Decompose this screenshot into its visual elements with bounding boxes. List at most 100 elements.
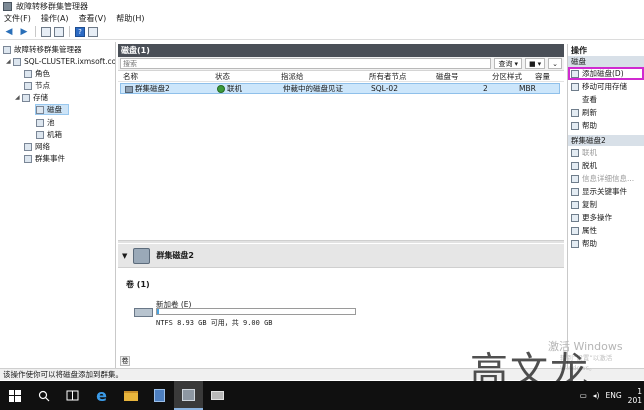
- taskbar: e ▭ ◂) ENG 1 201: [0, 381, 644, 410]
- tree-item-disks[interactable]: 磁盘: [35, 104, 69, 115]
- actions-section-disk2[interactable]: 群集磁盘2: [568, 135, 644, 146]
- tree-item-enclosures[interactable]: 机箱: [36, 129, 62, 140]
- clock[interactable]: 1 201: [628, 387, 642, 405]
- chevron-down-icon[interactable]: ▼: [122, 252, 127, 260]
- tree-item-label: 存储: [33, 93, 48, 102]
- cluster-icon: [13, 57, 21, 66]
- start-button[interactable]: [0, 381, 29, 410]
- language-indicator[interactable]: ENG: [606, 391, 622, 400]
- storage-icon: [22, 93, 30, 102]
- status-cell: 联机: [217, 83, 242, 94]
- search-button[interactable]: [29, 381, 58, 410]
- volume-info: NTFS 8.93 GB 可用，共 9.00 GB: [156, 319, 273, 327]
- task-view-button[interactable]: [58, 381, 87, 410]
- show-action-pane-icon[interactable]: [88, 26, 98, 37]
- server-manager-button[interactable]: [145, 381, 174, 410]
- tree-item-label: 故障转移群集管理器: [14, 45, 82, 54]
- network-icon: [24, 142, 32, 151]
- disk-tool-taskbar-button[interactable]: [203, 381, 232, 410]
- network-tray-icon[interactable]: ▭: [580, 391, 587, 400]
- column-header[interactable]: 名称: [123, 71, 138, 82]
- cluster-manager-icon: [3, 1, 12, 11]
- column-header[interactable]: 容量: [535, 71, 550, 82]
- internet-explorer-button[interactable]: e: [87, 381, 116, 410]
- view-action[interactable]: 查看: [568, 93, 644, 106]
- chevron-down-icon[interactable]: ◢: [15, 94, 21, 101]
- replication-action[interactable]: 复制: [568, 198, 644, 211]
- navigation-tree: 故障转移群集管理器 ◢ SQL-CLUSTER.ixmsoft.com 角色 节…: [0, 42, 116, 368]
- volume-section-header: 卷 (1): [126, 280, 150, 289]
- task-view-icon: [66, 390, 79, 401]
- take-offline-action[interactable]: 脱机: [568, 159, 644, 172]
- pool-icon: [36, 118, 44, 127]
- column-header[interactable]: 指派给: [281, 71, 304, 82]
- actions-section-disks[interactable]: 磁盘: [568, 56, 644, 67]
- tree-item-label: 节点: [35, 81, 50, 90]
- menu-bar: 文件(F) 操作(A) 查看(V) 帮助(H): [0, 12, 644, 24]
- pane-splitter[interactable]: [118, 240, 564, 243]
- tree-item-pools[interactable]: 池: [36, 117, 55, 128]
- tree-item-events[interactable]: 群集事件: [24, 153, 65, 164]
- server-manager-icon: [154, 389, 165, 402]
- table-header: 名称 状态 指派给 所有者节点 磁盘号 分区样式 容量: [118, 71, 564, 82]
- chevron-down-icon: ▾: [514, 59, 518, 68]
- move-storage-action[interactable]: 移动可用存储: [568, 80, 644, 93]
- query-button[interactable]: 查询 ▾: [494, 58, 522, 69]
- detail-title: 群集磁盘2: [156, 251, 194, 260]
- folder-up-icon[interactable]: [41, 26, 51, 37]
- refresh-action[interactable]: 刷新: [568, 106, 644, 119]
- column-header[interactable]: 磁盘号: [436, 71, 459, 82]
- information-details-action[interactable]: 信息详细信息...: [568, 172, 644, 185]
- online-icon: [571, 148, 579, 157]
- tree-item-root[interactable]: 故障转移群集管理器: [3, 44, 82, 55]
- folder-icon: [123, 390, 138, 401]
- forward-arrow-icon[interactable]: ▶: [18, 26, 30, 38]
- partition-cell: MBR: [519, 84, 536, 93]
- menu-file[interactable]: 文件(F): [4, 13, 31, 24]
- search-input[interactable]: [120, 58, 492, 69]
- disk-name-cell: 群集磁盘2: [125, 83, 170, 94]
- help-action[interactable]: 帮助: [568, 119, 644, 132]
- more-actions-action[interactable]: 更多操作: [568, 211, 644, 224]
- expand-button[interactable]: ⌄: [548, 58, 562, 69]
- add-disk-action[interactable]: 添加磁盘(D): [568, 67, 644, 80]
- volume-tray-icon[interactable]: ◂): [593, 391, 600, 400]
- save-query-button[interactable]: ■ ▾: [524, 58, 546, 69]
- cluster-manager-icon: [3, 45, 11, 54]
- center-pane: 磁盘(1) 查询 ▾ ■ ▾ ⌄ 名称 状态 指派给 所有者节点 磁盘号 分区样…: [118, 44, 564, 368]
- help-icon[interactable]: ?: [75, 26, 85, 37]
- tree-item-storage[interactable]: ◢ 存储: [15, 92, 48, 103]
- help-action-2[interactable]: 帮助: [568, 237, 644, 250]
- column-header[interactable]: 分区样式: [492, 71, 522, 82]
- tab-volumes[interactable]: 卷: [120, 356, 130, 366]
- internet-explorer-icon: e: [96, 386, 107, 405]
- tree-item-nodes[interactable]: 节点: [24, 80, 50, 91]
- disk-icon: [125, 85, 133, 93]
- cluster-manager-taskbar-button[interactable]: [174, 381, 203, 410]
- tree-item-roles[interactable]: 角色: [24, 68, 50, 79]
- menu-help[interactable]: 帮助(H): [116, 13, 144, 24]
- bring-online-action[interactable]: 联机: [568, 146, 644, 159]
- properties-action[interactable]: 属性: [568, 224, 644, 237]
- show-tree-icon[interactable]: [54, 26, 64, 37]
- chevron-down-icon[interactable]: ◢: [6, 58, 12, 65]
- roles-icon: [24, 69, 32, 78]
- column-header[interactable]: 状态: [215, 71, 230, 82]
- table-row[interactable]: 群集磁盘2 联机 仲裁中的磁盘见证 SQL-02 2 MBR: [120, 83, 560, 94]
- tree-item-cluster[interactable]: ◢ SQL-CLUSTER.ixmsoft.com: [6, 56, 116, 67]
- back-arrow-icon[interactable]: ◀: [3, 26, 15, 38]
- column-header[interactable]: 所有者节点: [369, 71, 407, 82]
- chevron-down-icon: ▾: [537, 59, 542, 68]
- detail-header: ▼ 群集磁盘2: [118, 244, 564, 268]
- file-explorer-button[interactable]: [116, 381, 145, 410]
- tree-item-network[interactable]: 网络: [24, 141, 50, 152]
- search-icon: [38, 390, 49, 401]
- disk-number-cell: 2: [483, 84, 488, 93]
- menu-action[interactable]: 操作(A): [41, 13, 69, 24]
- menu-view[interactable]: 查看(V): [79, 13, 107, 24]
- system-tray: ▭ ◂) ENG 1 201: [580, 381, 642, 410]
- search-row: 查询 ▾ ■ ▾ ⌄: [118, 57, 564, 71]
- critical-events-action[interactable]: 显示关键事件: [568, 185, 644, 198]
- tree-item-label: SQL-CLUSTER.ixmsoft.com: [24, 57, 116, 66]
- info-icon: [571, 174, 579, 183]
